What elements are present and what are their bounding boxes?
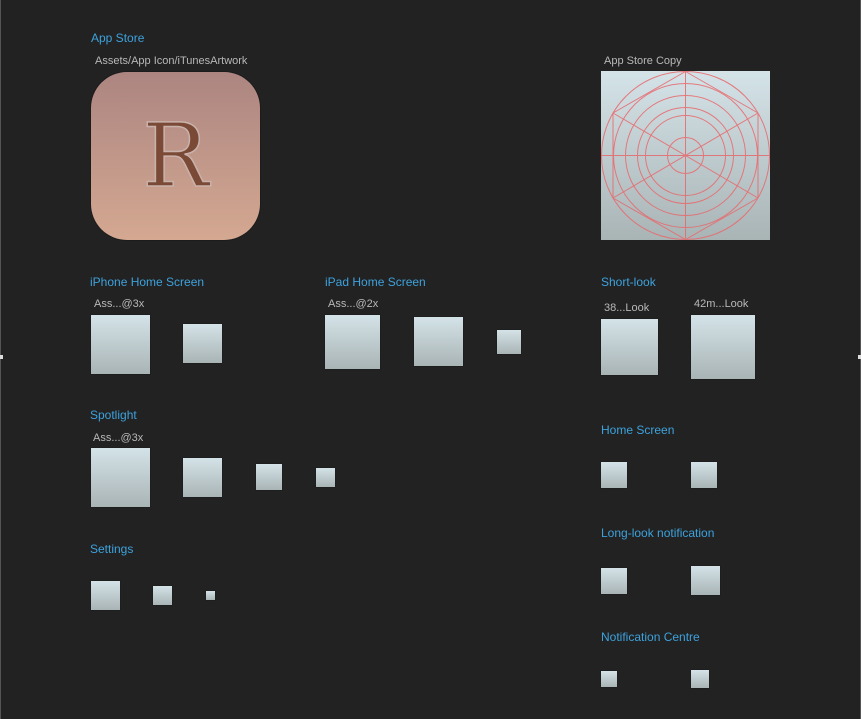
icon-slot-long-look-42mm[interactable] [691,566,720,595]
icon-slot-ipad-2x[interactable] [414,317,463,366]
icon-slot-settings-2x[interactable] [153,586,172,605]
ipad-home-caption: Ass...@2x [328,298,378,311]
section-label-short-look: Short-look [601,275,656,289]
icon-grid-template [601,71,770,240]
spotlight-caption: Ass...@3x [93,432,143,445]
icon-slot-spotlight-ipad[interactable] [256,464,282,490]
icon-slot-notification-38mm[interactable] [601,671,617,687]
canvas-left-border [0,0,1,719]
artwork-caption: Assets/App Icon/iTunesArtwork [95,55,247,68]
icon-slot-settings-1x[interactable] [206,591,215,600]
icon-slot-spotlight-1x[interactable] [316,468,335,487]
section-label-home-screen: Home Screen [601,423,674,437]
icon-slot-settings-3x[interactable] [91,581,120,610]
icon-slot-home-screen-42mm[interactable] [691,462,717,488]
itunes-artwork-icon[interactable]: R [91,72,260,240]
section-label-iphone-home-screen: iPhone Home Screen [90,275,204,289]
icon-slot-ipad-pro[interactable] [325,315,380,369]
resize-handle-left[interactable] [0,355,3,359]
icon-slot-iphone-2x[interactable] [183,324,222,363]
section-label-app-store: App Store [91,31,144,45]
section-label-ipad-home-screen: iPad Home Screen [325,275,426,289]
icon-slot-short-look-38mm[interactable] [601,319,658,375]
icon-slot-spotlight-2x[interactable] [183,458,222,497]
icon-slot-short-look-42mm[interactable] [691,315,755,379]
icon-slot-spotlight-3x[interactable] [91,448,150,507]
iphone-home-caption: Ass...@3x [94,298,144,311]
icon-slot-iphone-3x[interactable] [91,315,150,374]
short-look-38-caption: 38...Look [604,302,649,315]
icon-slot-long-look-38mm[interactable] [601,568,627,594]
artwork-glyph: R [142,112,208,200]
icon-slot-notification-42mm[interactable] [691,670,709,688]
icon-slot-ipad-1x[interactable] [497,330,521,354]
section-label-long-look: Long-look notification [601,526,714,540]
icon-slot-home-screen-38mm[interactable] [601,462,627,488]
section-label-spotlight: Spotlight [90,408,137,422]
short-look-42-caption: 42m...Look [694,298,748,311]
app-store-copy-caption: App Store Copy [604,55,682,68]
section-label-settings: Settings [90,542,133,556]
section-label-notification-centre: Notification Centre [601,630,700,644]
app-store-copy-template-icon[interactable] [601,71,770,240]
